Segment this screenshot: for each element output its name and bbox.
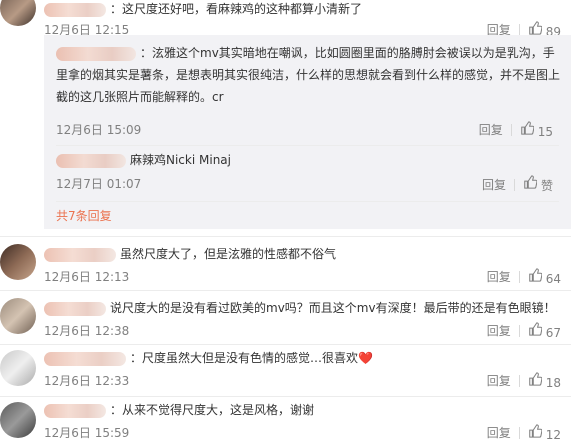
blurred-username: [44, 351, 126, 366]
avatar[interactable]: [0, 244, 36, 280]
thumbs-up-icon: [528, 322, 543, 336]
divider: [0, 290, 571, 291]
more-replies-link[interactable]: 共7条回复: [56, 207, 112, 224]
comment-actions: 回复 67: [487, 322, 561, 340]
heart-emoji: ❤️: [358, 351, 373, 365]
sub-reply-actions: 回复赞: [482, 175, 553, 194]
comment-actions: 回复 64: [487, 268, 561, 286]
like-button[interactable]: 15: [520, 121, 553, 139]
comment-actions: 回复 18: [487, 372, 561, 390]
comment-text: ：从来不觉得尺度大，这是风格，谢谢: [44, 400, 314, 420]
divider: [56, 145, 559, 146]
comment-item: 虽然尺度大了，但是泫雅的性感都不俗气 12月6日 12:13 回复 64: [0, 240, 571, 290]
sub-reply-time: 12月6日 15:09: [56, 123, 142, 137]
like-button[interactable]: 67: [528, 322, 561, 340]
like-button[interactable]: 64: [528, 268, 561, 286]
divider: [0, 236, 571, 237]
comment-item: ：从来不觉得尺度大，这是风格，谢谢 12月6日 15:59 回复 12: [0, 400, 571, 442]
blurred-username: [56, 153, 126, 168]
like-button[interactable]: 18: [528, 372, 561, 390]
comment-time: 12月6日 12:38: [44, 324, 130, 338]
avatar[interactable]: [0, 0, 36, 26]
divider: [0, 396, 571, 397]
blurred-username: [44, 2, 106, 17]
sub-reply-text: 麻辣鸡Nicki Minaj: [56, 149, 561, 171]
avatar[interactable]: [0, 402, 36, 438]
thumbs-up-icon: [528, 21, 543, 35]
avatar[interactable]: [0, 298, 36, 334]
thumbs-up-icon: [520, 121, 535, 135]
comment-time: 12月6日 12:13: [44, 270, 130, 284]
blurred-username: [56, 46, 136, 61]
thumbs-up-icon: [524, 175, 538, 189]
comment-time: 12月6日 12:33: [44, 374, 130, 388]
comment-text: 虽然尺度大了，但是泫雅的性感都不俗气: [44, 244, 336, 264]
sub-reply-text: ：泫雅这个mv其实暗地在嘲讽，比如圆圈里面的胳膊肘会被误以为是乳沟，手里拿的烟其…: [56, 46, 561, 104]
reply-button[interactable]: 回复: [487, 268, 511, 285]
comment-actions: 回复 12: [487, 424, 561, 442]
comment-text: ：这尺度还好吧，看麻辣鸡的这种都算小清新了: [44, 0, 362, 19]
thumbs-up-icon: [528, 372, 543, 386]
sub-replies-panel: ：泫雅这个mv其实暗地在嘲讽，比如圆圈里面的胳膊肘会被误以为是乳沟，手里拿的烟其…: [44, 35, 571, 229]
comment-text: ：尺度虽然大但是没有色情的感觉…很喜欢❤️: [44, 348, 373, 368]
divider: [0, 344, 571, 345]
like-button[interactable]: 12: [528, 424, 561, 442]
avatar[interactable]: [0, 350, 36, 386]
comment-item: ：尺度虽然大但是没有色情的感觉…很喜欢❤️ 12月6日 12:33 回复 18: [0, 348, 571, 394]
blurred-username: [44, 403, 106, 418]
divider: [56, 201, 559, 202]
reply-button[interactable]: 回复: [479, 121, 503, 138]
comment-text: 说尺度大的是没有看过欧美的mv吗？而且这个mv有深度！最后带的还是有色眼镜！: [44, 298, 556, 318]
reply-button[interactable]: 回复: [487, 424, 511, 441]
reply-button[interactable]: 回复: [482, 176, 506, 193]
blurred-username: [44, 247, 116, 262]
comment-item: 说尺度大的是没有看过欧美的mv吗？而且这个mv有深度！最后带的还是有色眼镜！ 1…: [0, 294, 571, 344]
like-button[interactable]: 赞: [523, 175, 553, 194]
blurred-username: [44, 301, 106, 316]
reply-button[interactable]: 回复: [487, 322, 511, 339]
sub-reply-time: 12月7日 01:07: [56, 177, 142, 191]
sub-reply-actions: 回复 15: [479, 121, 553, 139]
comment-time: 12月6日 15:59: [44, 426, 130, 440]
thumbs-up-icon: [528, 424, 543, 438]
reply-button[interactable]: 回复: [487, 372, 511, 389]
thumbs-up-icon: [528, 268, 543, 282]
comment-item: ：这尺度还好吧，看麻辣鸡的这种都算小清新了 12月6日 12:15 回复 89 ：…: [0, 0, 571, 240]
